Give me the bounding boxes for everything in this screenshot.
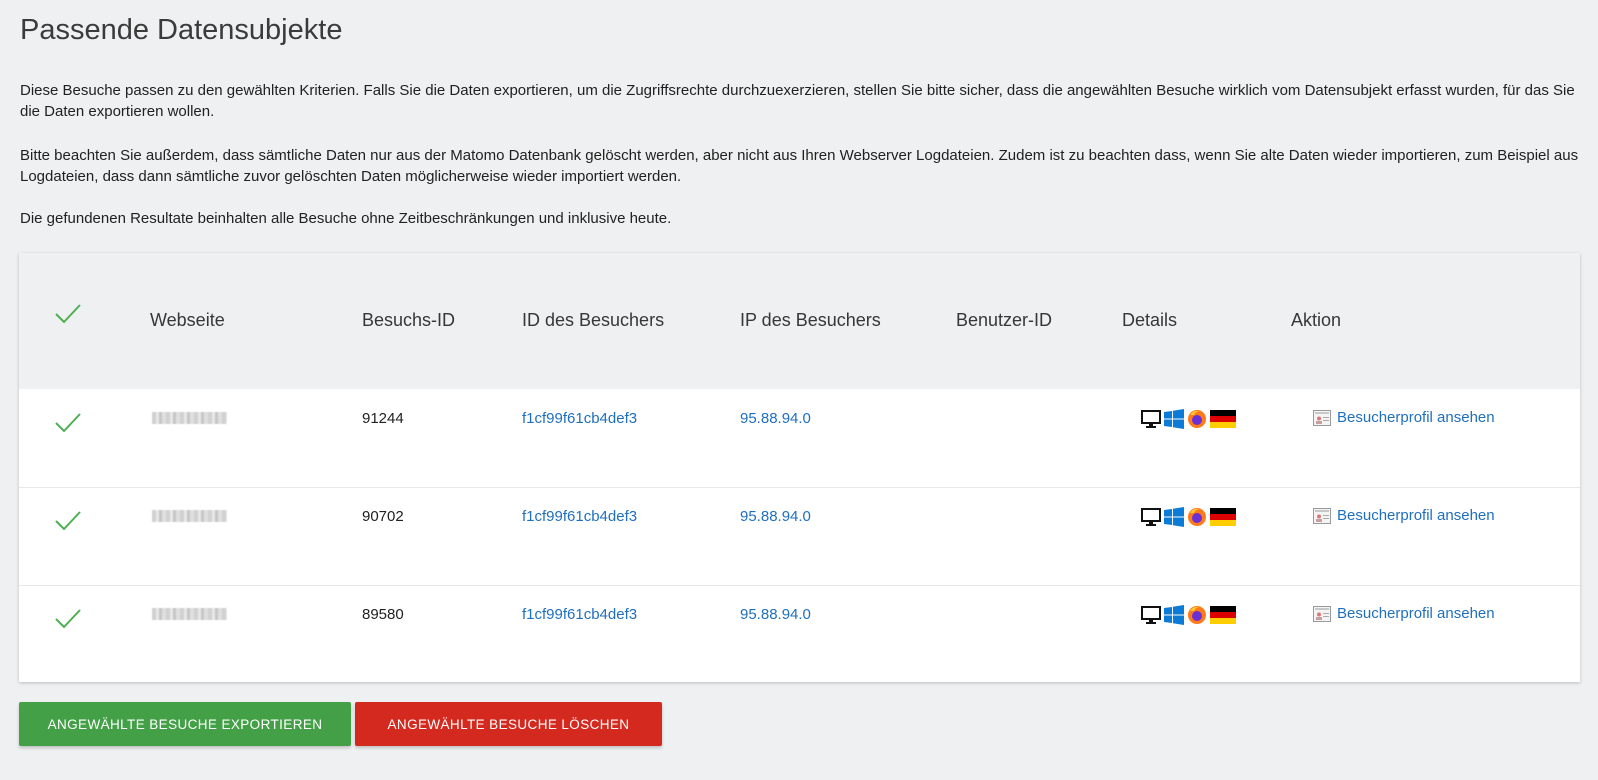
firefox-icon [1188,410,1206,428]
germany-flag-icon [1210,606,1236,624]
windows-icon [1164,605,1184,625]
delete-selected-visits-button[interactable]: ANGEWÄHLTE BESUCHE LÖSCHEN [355,702,662,746]
row-check-icon[interactable] [54,412,82,434]
visit-id: 90702 [362,508,404,525]
visitor-profile-icon [1313,507,1331,524]
visitor-ip-link[interactable]: 95.88.94.0 [740,508,811,525]
intro-paragraph-2: Bitte beachten Sie außerdem, dass sämtli… [20,147,1579,185]
row-check-icon[interactable] [54,608,82,630]
table-row: 90702 f1cf99f61cb4def3 95.88.94.0 Besuch… [19,487,1580,586]
view-visitor-profile-link[interactable]: Besucherprofil ansehen [1337,409,1495,426]
export-selected-visits-button[interactable]: ANGEWÄHLTE BESUCHE EXPORTIEREN [19,702,351,746]
visitor-profile-icon [1313,409,1331,426]
header-visitor-ip: IP des Besuchers [740,310,881,330]
visitor-profile-icon [1313,605,1331,622]
visit-id: 89580 [362,606,404,623]
header-visit-id: Besuchs-ID [362,310,456,330]
visitor-id-link[interactable]: f1cf99f61cb4def3 [522,410,637,427]
windows-icon [1164,409,1184,429]
page-title: Passende Datensubjekte [20,14,343,46]
header-user-id: Benutzer-ID [956,310,1053,330]
select-all-check-icon[interactable] [54,303,82,325]
row-check-icon[interactable] [54,510,82,532]
table-row: 89580 f1cf99f61cb4def3 95.88.94.0 Besuch… [19,585,1580,683]
intro-paragraph-1: Diese Besuche passen zu den gewählten Kr… [20,82,1575,120]
visit-details [1141,409,1236,429]
desktop-icon [1141,508,1161,526]
windows-icon [1164,507,1184,527]
header-details: Details [1122,310,1178,330]
website-name-redacted [152,510,227,522]
view-visitor-profile-link[interactable]: Besucherprofil ansehen [1337,605,1495,622]
visit-id: 91244 [362,410,404,427]
view-visitor-profile[interactable]: Besucherprofil ansehen [1313,507,1495,524]
desktop-icon [1141,410,1161,428]
germany-flag-icon [1210,508,1236,526]
visitor-id-link[interactable]: f1cf99f61cb4def3 [522,508,637,525]
website-name-redacted [152,412,227,424]
website-name-redacted [152,608,227,620]
visits-table: Webseite Besuchs-ID ID des Besuchers IP … [19,253,1580,682]
firefox-icon [1188,606,1206,624]
table-header: Webseite Besuchs-ID ID des Besuchers IP … [19,253,1580,389]
view-visitor-profile-link[interactable]: Besucherprofil ansehen [1337,507,1495,524]
view-visitor-profile[interactable]: Besucherprofil ansehen [1313,605,1495,622]
visit-details [1141,507,1236,527]
visitor-ip-link[interactable]: 95.88.94.0 [740,410,811,427]
table-row: 91244 f1cf99f61cb4def3 95.88.94.0 Besuch… [19,389,1580,488]
germany-flag-icon [1210,410,1236,428]
visit-details [1141,605,1236,625]
firefox-icon [1188,508,1206,526]
visitor-ip-link[interactable]: 95.88.94.0 [740,606,811,623]
visitor-id-link[interactable]: f1cf99f61cb4def3 [522,606,637,623]
intro-paragraph-3: Die gefundenen Resultate beinhalten alle… [20,210,672,227]
header-website: Webseite [150,310,225,330]
page: Passende Datensubjekte Diese Besuche pas… [0,0,1598,780]
header-visitor-id: ID des Besuchers [522,310,665,330]
header-action: Aktion [1291,310,1342,330]
desktop-icon [1141,606,1161,624]
view-visitor-profile[interactable]: Besucherprofil ansehen [1313,409,1495,426]
